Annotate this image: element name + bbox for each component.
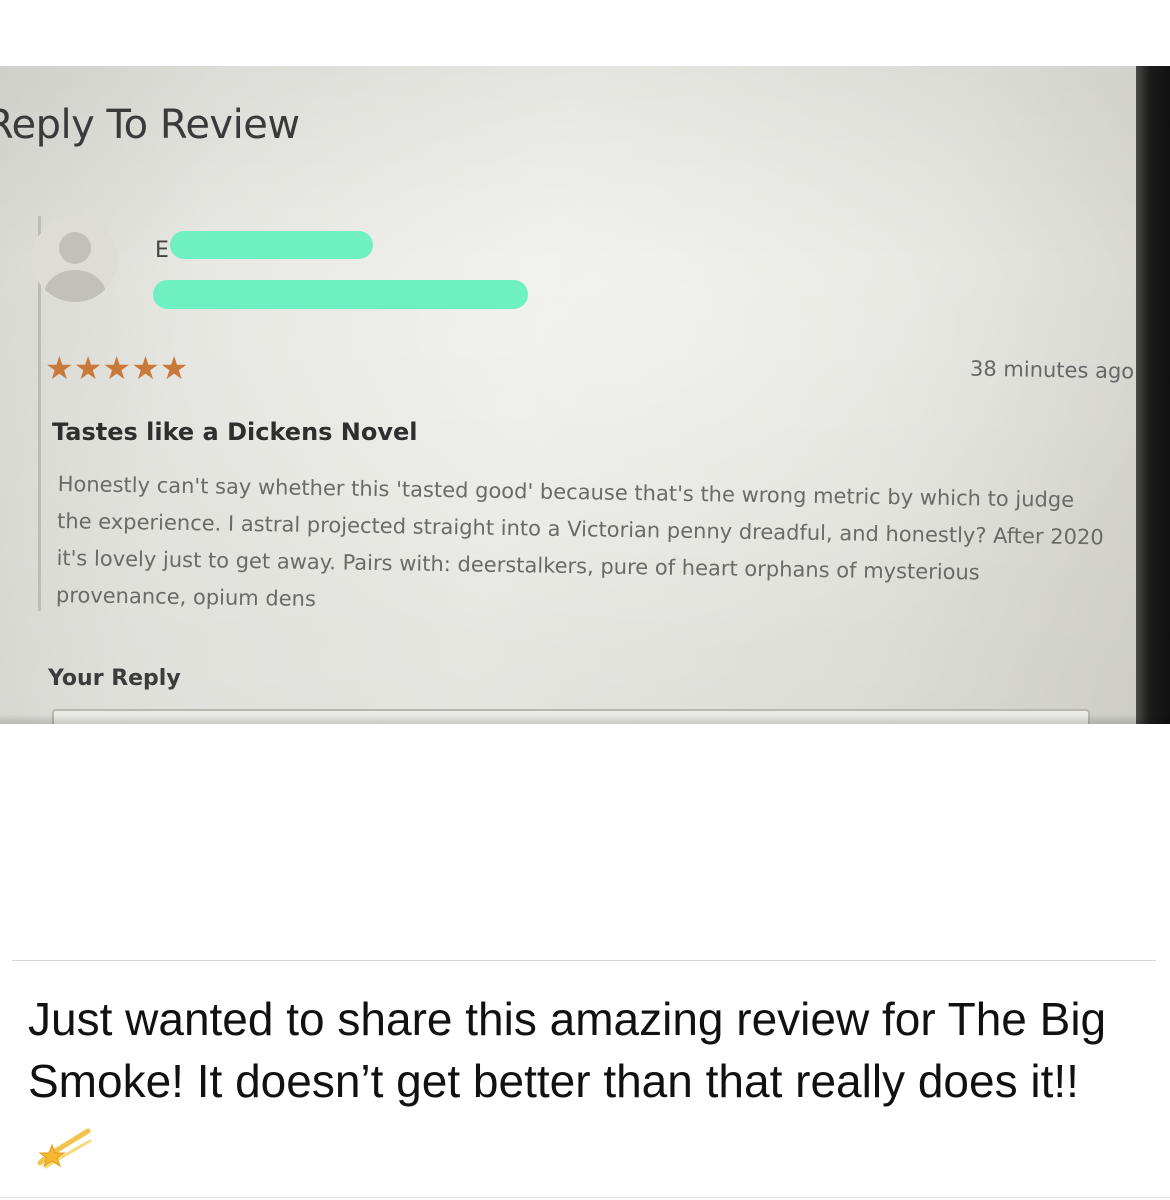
review-screen-photo: Reply To Review E ★ ★ ★ ★ ★ 38 minutes a… (0, 66, 1170, 724)
star-rating: ★ ★ ★ ★ ★ (45, 352, 188, 384)
post-caption: Just wanted to share this amazing review… (28, 988, 1138, 1174)
star-icon: ★ (102, 350, 132, 386)
dizzy-star-icon (36, 1122, 94, 1169)
user-avatar-icon (32, 216, 118, 302)
review-body: Honestly can't say whether this 'tasted … (55, 471, 1104, 612)
reply-label: Your Reply (48, 666, 181, 691)
star-icon: ★ (45, 350, 74, 386)
post-page: Reply To Review E ★ ★ ★ ★ ★ 38 minutes a… (0, 0, 1170, 1200)
redaction-mark-name (170, 231, 373, 259)
star-icon: ★ (159, 350, 189, 386)
review-timestamp: 38 minutes ago (969, 356, 1135, 384)
review-title: Tastes like a Dickens Novel (52, 418, 418, 446)
redaction-mark-email (153, 280, 528, 309)
reviewer-name: E (155, 238, 169, 263)
bottom-divider (0, 1197, 1170, 1198)
dialog-title: Reply To Review (0, 102, 300, 148)
star-icon: ★ (73, 350, 103, 386)
star-icon: ★ (131, 350, 160, 386)
caption-text: Just wanted to share this amazing review… (28, 993, 1107, 1107)
monitor-bezel (1136, 66, 1170, 724)
divider (12, 960, 1156, 961)
